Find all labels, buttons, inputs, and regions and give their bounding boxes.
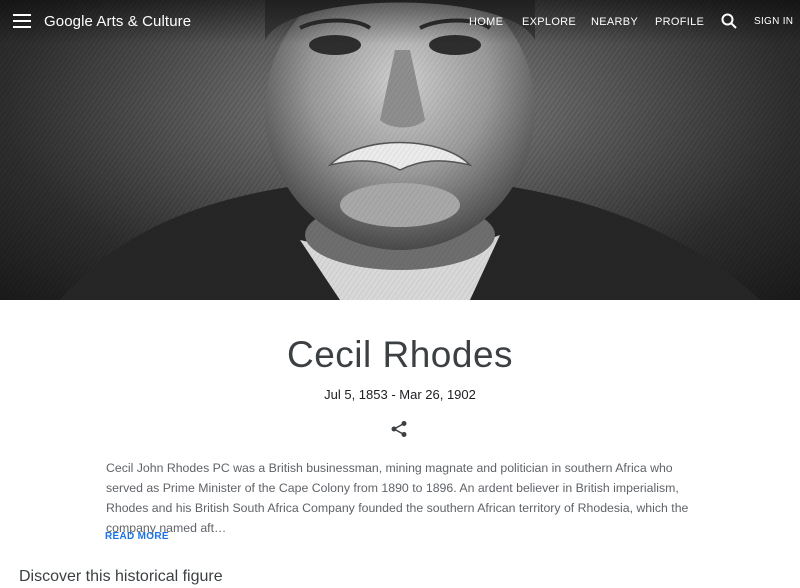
nav-explore[interactable]: EXPLORE (522, 16, 576, 28)
search-icon[interactable] (721, 13, 737, 29)
life-dates: Jul 5, 1853 - Mar 26, 1902 (324, 387, 476, 402)
sign-in-button[interactable]: SIGN IN (754, 16, 793, 27)
share-icon[interactable] (390, 420, 408, 438)
read-more-button[interactable]: READ MORE (105, 531, 169, 542)
page: Google Arts & Culture HOME EXPLORE NEARB… (0, 0, 800, 588)
page-title: Cecil Rhodes (286, 334, 514, 375)
site-logo[interactable]: Google Arts & Culture (44, 13, 191, 30)
nav-profile[interactable]: PROFILE (655, 16, 704, 28)
top-app-bar: Google Arts & Culture HOME EXPLORE NEARB… (0, 0, 800, 44)
section-heading: Discover this historical figure (19, 568, 223, 585)
portrait-engraving (0, 0, 800, 300)
hero-image[interactable] (0, 0, 800, 300)
nav-nearby[interactable]: NEARBY (591, 16, 638, 28)
menu-icon[interactable] (13, 14, 31, 28)
nav-home[interactable]: HOME (469, 16, 503, 28)
description-text: Cecil John Rhodes PC was a British busin… (106, 461, 689, 535)
